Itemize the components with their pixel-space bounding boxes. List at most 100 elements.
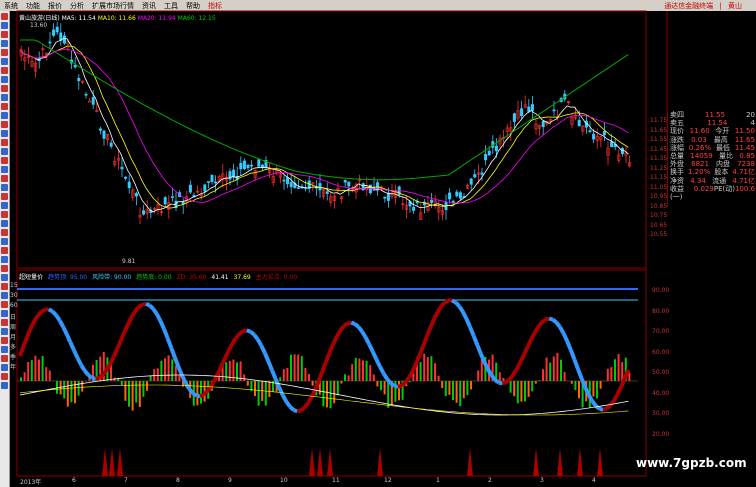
ribbon-segment <box>40 307 47 314</box>
ma5-label: MA5: 11.54 <box>61 15 96 22</box>
price-tick: 10.55 <box>650 231 668 238</box>
ribbon-segment <box>47 307 54 314</box>
ribbon-segment <box>32 314 40 323</box>
histogram-bar <box>574 381 577 391</box>
quote-key: 卖四 <box>670 111 684 119</box>
quote-value: 14059 <box>690 151 713 160</box>
price-tick: 11.35 <box>650 155 668 162</box>
candle-body <box>473 174 477 178</box>
ribbon-segment <box>162 328 170 339</box>
candle-body <box>250 164 254 167</box>
buy-point-spike <box>377 448 383 476</box>
quote-key2: 今开 <box>715 127 730 136</box>
ribbon-segment <box>270 369 278 380</box>
candle-body <box>88 100 92 103</box>
buy-point-spike <box>102 448 108 476</box>
histogram-bar <box>142 381 145 397</box>
candle-body <box>520 108 524 117</box>
ribbon-segment <box>439 301 447 308</box>
histogram-bar <box>243 374 246 381</box>
ribbon-segment <box>165 337 174 349</box>
date-tick: 12 <box>384 477 392 484</box>
histogram-bar <box>146 381 148 391</box>
histogram-bar <box>333 381 336 404</box>
histogram-bar <box>200 381 202 404</box>
period-tab[interactable]: 30 <box>10 292 18 299</box>
ribbon-segment <box>83 369 90 377</box>
ribbon-segment <box>397 383 403 389</box>
ribbon-segment <box>414 354 422 365</box>
period-tab[interactable]: 多 <box>10 342 16 351</box>
histogram-bar <box>282 369 285 381</box>
ribbon-segment <box>302 402 310 410</box>
histogram-bar <box>23 372 26 381</box>
ribbon-segment <box>381 372 389 381</box>
buy-point-spike <box>533 448 539 476</box>
ribbon-segment <box>91 375 97 381</box>
candle-body <box>289 182 293 188</box>
ribbon-segment <box>612 393 620 402</box>
ribbon-segment <box>101 369 108 377</box>
ribbon-segment <box>176 365 184 377</box>
ribbon-segment <box>151 307 159 316</box>
histogram-bar <box>466 381 469 396</box>
histogram-bar <box>196 381 199 406</box>
histogram-bar <box>293 354 296 381</box>
histogram-bar <box>606 368 609 381</box>
quote-value2: 11.65 <box>734 135 755 144</box>
period-tab[interactable]: 月 <box>10 332 16 341</box>
period-tab[interactable]: 季 <box>10 352 16 361</box>
price-tick: 11.55 <box>650 136 668 143</box>
ribbon-segment <box>551 317 558 324</box>
ribbon-segment <box>432 311 440 321</box>
quote-key: 涨幅 <box>670 143 684 152</box>
histogram-bar <box>257 381 260 406</box>
price-tick: 10.85 <box>650 202 668 210</box>
histogram-bar <box>592 381 595 397</box>
period-tab[interactable]: 15 <box>10 282 18 289</box>
ribbon-segment <box>374 358 382 368</box>
histogram-bar <box>560 359 562 381</box>
histogram-bar <box>527 381 530 397</box>
candle-body <box>142 210 146 215</box>
ribbon-segment <box>400 381 407 388</box>
period-tab[interactable]: 60 <box>10 302 18 309</box>
quote-key2: PE(动) <box>713 184 735 193</box>
kline-chart-canvas[interactable] <box>0 0 756 487</box>
ribbon-segment <box>494 378 500 385</box>
ribbon-segment <box>212 372 220 382</box>
quote-value: 0.029 <box>693 184 714 193</box>
price-tick: 10.65 <box>650 221 668 229</box>
ma10-label: MA10: 11.66 <box>97 15 136 22</box>
histogram-bar <box>308 374 310 381</box>
ribbon-segment <box>219 357 228 367</box>
candle-body <box>412 206 416 211</box>
histogram-bar <box>34 355 37 381</box>
ribbon-segment <box>111 348 120 358</box>
ribbon-segment <box>142 301 147 307</box>
ribbon-segment <box>288 405 295 412</box>
period-tab[interactable]: 周 <box>10 322 16 331</box>
date-tick: 9 <box>228 477 232 484</box>
candle-body <box>109 142 113 147</box>
ribbon-segment <box>435 305 443 314</box>
buy-point-spike <box>467 448 473 476</box>
watermark: www.7gpzb.com <box>636 456 747 470</box>
indicator-tick: 70.00 <box>652 328 670 335</box>
price-tick: 11.75 <box>650 117 668 124</box>
period-tab[interactable]: 日 <box>10 312 16 321</box>
ribbon-segment <box>75 357 83 366</box>
ribbon-segment <box>424 326 433 338</box>
histogram-bar <box>434 363 436 381</box>
ribbon-segment <box>518 353 526 364</box>
ribbon-segment <box>599 406 604 412</box>
histogram-bar <box>300 356 303 381</box>
histogram-bar <box>27 361 30 381</box>
histogram-bar <box>38 359 40 381</box>
indicator-legend: 超短量价 趋势顶: 95.00 风险带: 90.00 趋势底: 0.00 ZD: 35.… <box>19 272 302 281</box>
ribbon-segment <box>403 376 411 384</box>
period-tab[interactable]: 年 <box>10 362 16 371</box>
ribbon-segment <box>25 327 33 338</box>
histogram-bar <box>498 372 501 381</box>
candle-body <box>386 192 390 201</box>
